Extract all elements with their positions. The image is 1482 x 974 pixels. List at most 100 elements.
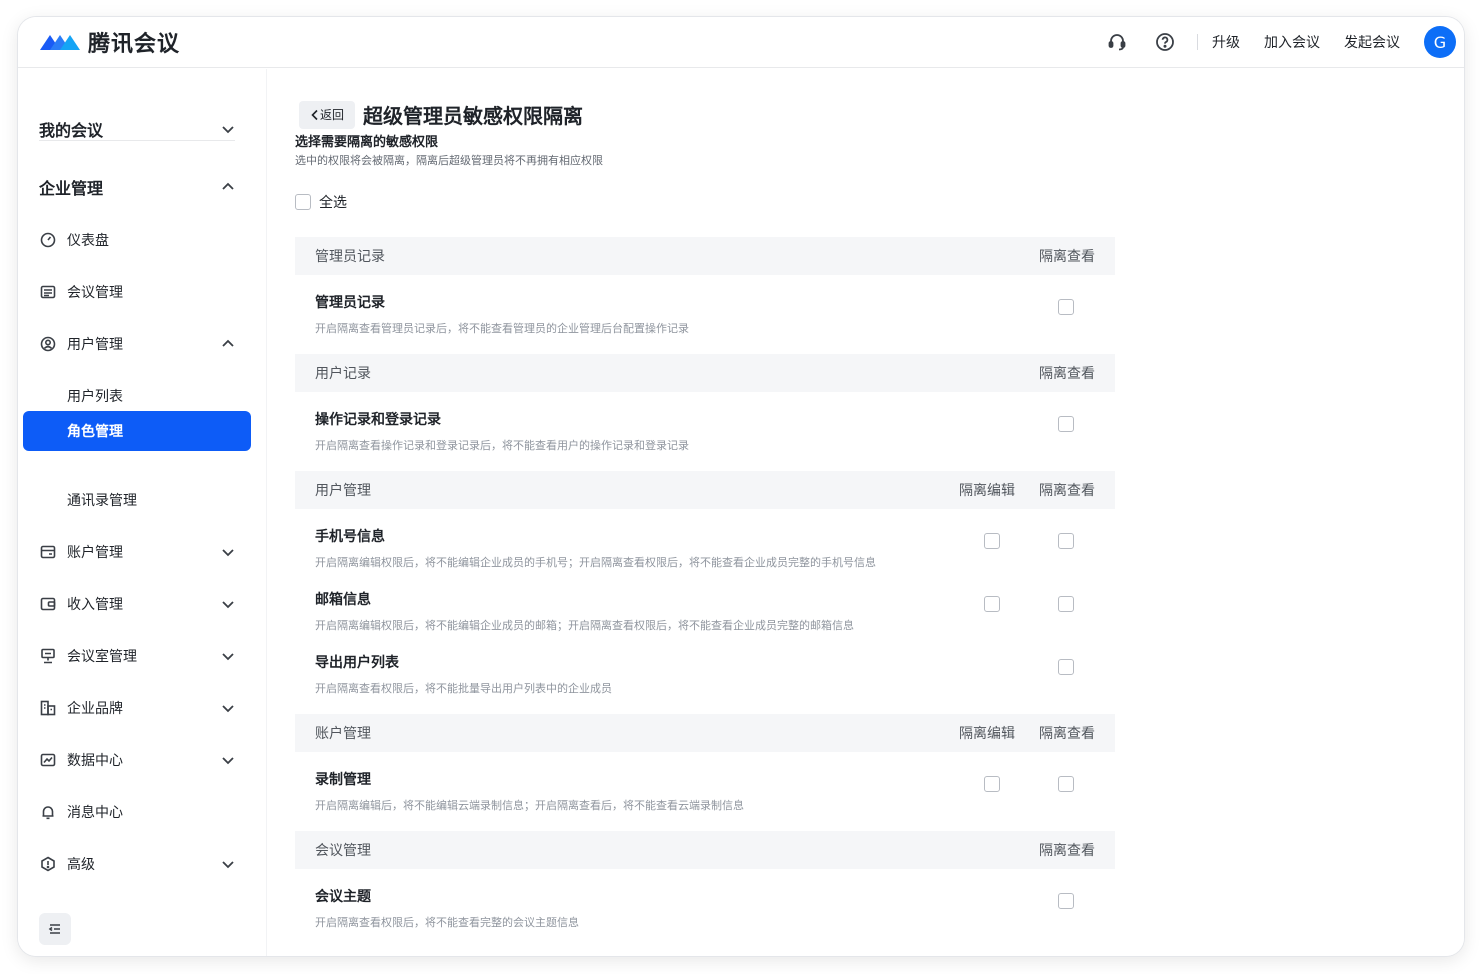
column-isolate-view: 隔离查看 xyxy=(1039,843,1095,859)
sidebar-item-label: 会议管理 xyxy=(67,285,123,301)
sidebar-section-my-meetings[interactable]: 我的会议 xyxy=(39,109,235,149)
advanced-icon xyxy=(39,855,57,873)
chevron-up-icon xyxy=(222,182,234,190)
perm-desc: 开启隔离查看权限后，将不能批量导出用户列表中的企业成员 xyxy=(315,682,612,695)
page-title: 超级管理员敏感权限隔离 xyxy=(363,104,583,128)
perm-title: 导出用户列表 xyxy=(315,655,399,671)
main-content xyxy=(266,69,1464,956)
sidebar-item-label: 消息中心 xyxy=(67,805,123,821)
chevron-down-icon xyxy=(222,757,234,765)
sidebar-divider xyxy=(39,140,235,141)
sidebar-item-user-management[interactable]: 用户管理 xyxy=(39,324,235,364)
view-checkbox[interactable] xyxy=(1058,299,1074,315)
user-avatar[interactable]: G xyxy=(1424,26,1456,58)
sidebar-item-meeting-management[interactable]: 会议管理 xyxy=(39,272,235,312)
brand-logo[interactable]: 腾讯会议 xyxy=(38,26,180,58)
app-window: 腾讯会议 升级 加入会议 发起会议 G 我的会议 企业管理 仪表盘 会议管理 用… xyxy=(18,17,1464,956)
chevron-down-icon xyxy=(222,861,234,869)
view-checkbox[interactable] xyxy=(1058,596,1074,612)
sidebar-subitem-contacts[interactable]: 通讯录管理 xyxy=(67,480,137,520)
sidebar-item-advanced[interactable]: 高级 xyxy=(39,844,235,884)
chevron-down-icon xyxy=(222,549,234,557)
sidebar-section-enterprise[interactable]: 企业管理 xyxy=(39,167,235,207)
building-icon xyxy=(39,699,57,717)
select-all-checkbox[interactable]: 全选 xyxy=(295,192,347,212)
view-checkbox[interactable] xyxy=(1058,893,1074,909)
perm-title: 操作记录和登录记录 xyxy=(315,412,441,428)
join-meeting-link[interactable]: 加入会议 xyxy=(1264,32,1320,52)
dashboard-icon xyxy=(39,231,57,249)
group-name: 会议管理 xyxy=(315,843,371,859)
chevron-down-icon xyxy=(222,126,234,134)
sidebar: 我的会议 企业管理 仪表盘 会议管理 用户管理 用户列表 角色管理 通讯录管理 … xyxy=(18,69,266,956)
edit-checkbox[interactable] xyxy=(984,776,1000,792)
top-actions: 升级 加入会议 发起会议 G xyxy=(1099,24,1456,60)
sidebar-item-label: 收入管理 xyxy=(67,597,123,613)
sidebar-subitem-user-list[interactable]: 用户列表 xyxy=(67,376,123,416)
sidebar-item-account-management[interactable]: 账户管理 xyxy=(39,532,235,572)
column-isolate-view: 隔离查看 xyxy=(1039,726,1095,742)
perm-title: 管理员记录 xyxy=(315,295,385,311)
group-header-account-management: 账户管理 隔离编辑 隔离查看 xyxy=(295,714,1115,752)
bell-icon xyxy=(39,803,57,821)
column-isolate-view: 隔离查看 xyxy=(1039,366,1095,382)
list-icon xyxy=(39,283,57,301)
sidebar-item-dashboard[interactable]: 仪表盘 xyxy=(39,220,235,260)
chevron-down-icon xyxy=(222,601,234,609)
user-circle-icon xyxy=(39,335,57,353)
edit-checkbox[interactable] xyxy=(984,596,1000,612)
back-button-label: 返回 xyxy=(319,108,344,122)
perm-desc: 开启隔离查看权限后，将不能查看完整的会议主题信息 xyxy=(315,916,579,929)
collapse-menu-icon xyxy=(48,924,60,934)
group-header-user-management: 用户管理 隔离编辑 隔离查看 xyxy=(295,471,1115,509)
sidebar-item-message-center[interactable]: 消息中心 xyxy=(39,792,235,832)
sidebar-item-enterprise-brand[interactable]: 企业品牌 xyxy=(39,688,235,728)
view-checkbox[interactable] xyxy=(1058,416,1074,432)
sidebar-item-data-center[interactable]: 数据中心 xyxy=(39,740,235,780)
perm-desc: 开启隔离查看操作记录和登录记录后，将不能查看用户的操作记录和登录记录 xyxy=(315,439,689,452)
meeting-room-icon xyxy=(39,647,57,665)
card-icon xyxy=(39,543,57,561)
view-checkbox[interactable] xyxy=(1058,659,1074,675)
sidebar-section-label: 企业管理 xyxy=(39,179,104,198)
upgrade-link[interactable]: 升级 xyxy=(1212,32,1240,52)
sidebar-item-meeting-room-management[interactable]: 会议室管理 xyxy=(39,636,235,676)
start-meeting-link[interactable]: 发起会议 xyxy=(1344,32,1400,52)
back-button[interactable]: 返回 xyxy=(299,100,355,129)
column-isolate-view: 隔离查看 xyxy=(1039,483,1095,499)
group-header-meeting-management: 会议管理 隔离查看 xyxy=(295,831,1115,869)
perm-title: 邮箱信息 xyxy=(315,592,371,608)
perm-title: 手机号信息 xyxy=(315,529,385,545)
chart-icon xyxy=(39,751,57,769)
help-circle-icon[interactable] xyxy=(1147,24,1183,60)
headset-icon[interactable] xyxy=(1099,24,1135,60)
sidebar-item-label: 账户管理 xyxy=(67,545,123,561)
perm-title: 录制管理 xyxy=(315,772,371,788)
chevron-up-icon xyxy=(222,339,234,347)
edit-checkbox[interactable] xyxy=(984,533,1000,549)
perm-desc: 开启隔离查看管理员记录后，将不能查看管理员的企业管理后台配置操作记录 xyxy=(315,322,689,335)
group-name: 用户记录 xyxy=(315,366,371,382)
perm-desc: 开启隔离编辑权限后，将不能编辑企业成员的邮箱；开启隔离查看权限后，将不能查看企业… xyxy=(315,619,854,632)
app-title: 腾讯会议 xyxy=(88,32,181,57)
chevron-left-icon xyxy=(311,109,318,120)
wallet-icon xyxy=(39,595,57,613)
chevron-down-icon xyxy=(222,705,234,713)
perm-desc: 开启隔离编辑后，将不能编辑云端录制信息；开启隔离查看后，将不能查看云端录制信息 xyxy=(315,799,744,812)
checkbox[interactable] xyxy=(295,194,311,210)
sidebar-item-income-management[interactable]: 收入管理 xyxy=(39,584,235,624)
view-checkbox[interactable] xyxy=(1058,533,1074,549)
perm-desc: 开启隔离编辑权限后，将不能编辑企业成员的手机号；开启隔离查看权限后，将不能查看企… xyxy=(315,556,876,569)
sidebar-item-label: 数据中心 xyxy=(67,753,123,769)
chevron-down-icon xyxy=(222,653,234,661)
view-checkbox[interactable] xyxy=(1058,776,1074,792)
sidebar-subitem-role-management[interactable]: 角色管理 xyxy=(23,411,251,451)
sidebar-item-label: 用户管理 xyxy=(67,337,123,353)
collapse-sidebar-button[interactable] xyxy=(39,913,71,945)
sidebar-item-label: 仪表盘 xyxy=(67,233,109,249)
select-all-label: 全选 xyxy=(319,195,347,211)
column-isolate-edit: 隔离编辑 xyxy=(959,726,1015,742)
page-header: 返回 超级管理员敏感权限隔离 xyxy=(299,100,583,129)
sidebar-section-label: 我的会议 xyxy=(39,121,104,140)
group-name: 管理员记录 xyxy=(315,249,385,265)
